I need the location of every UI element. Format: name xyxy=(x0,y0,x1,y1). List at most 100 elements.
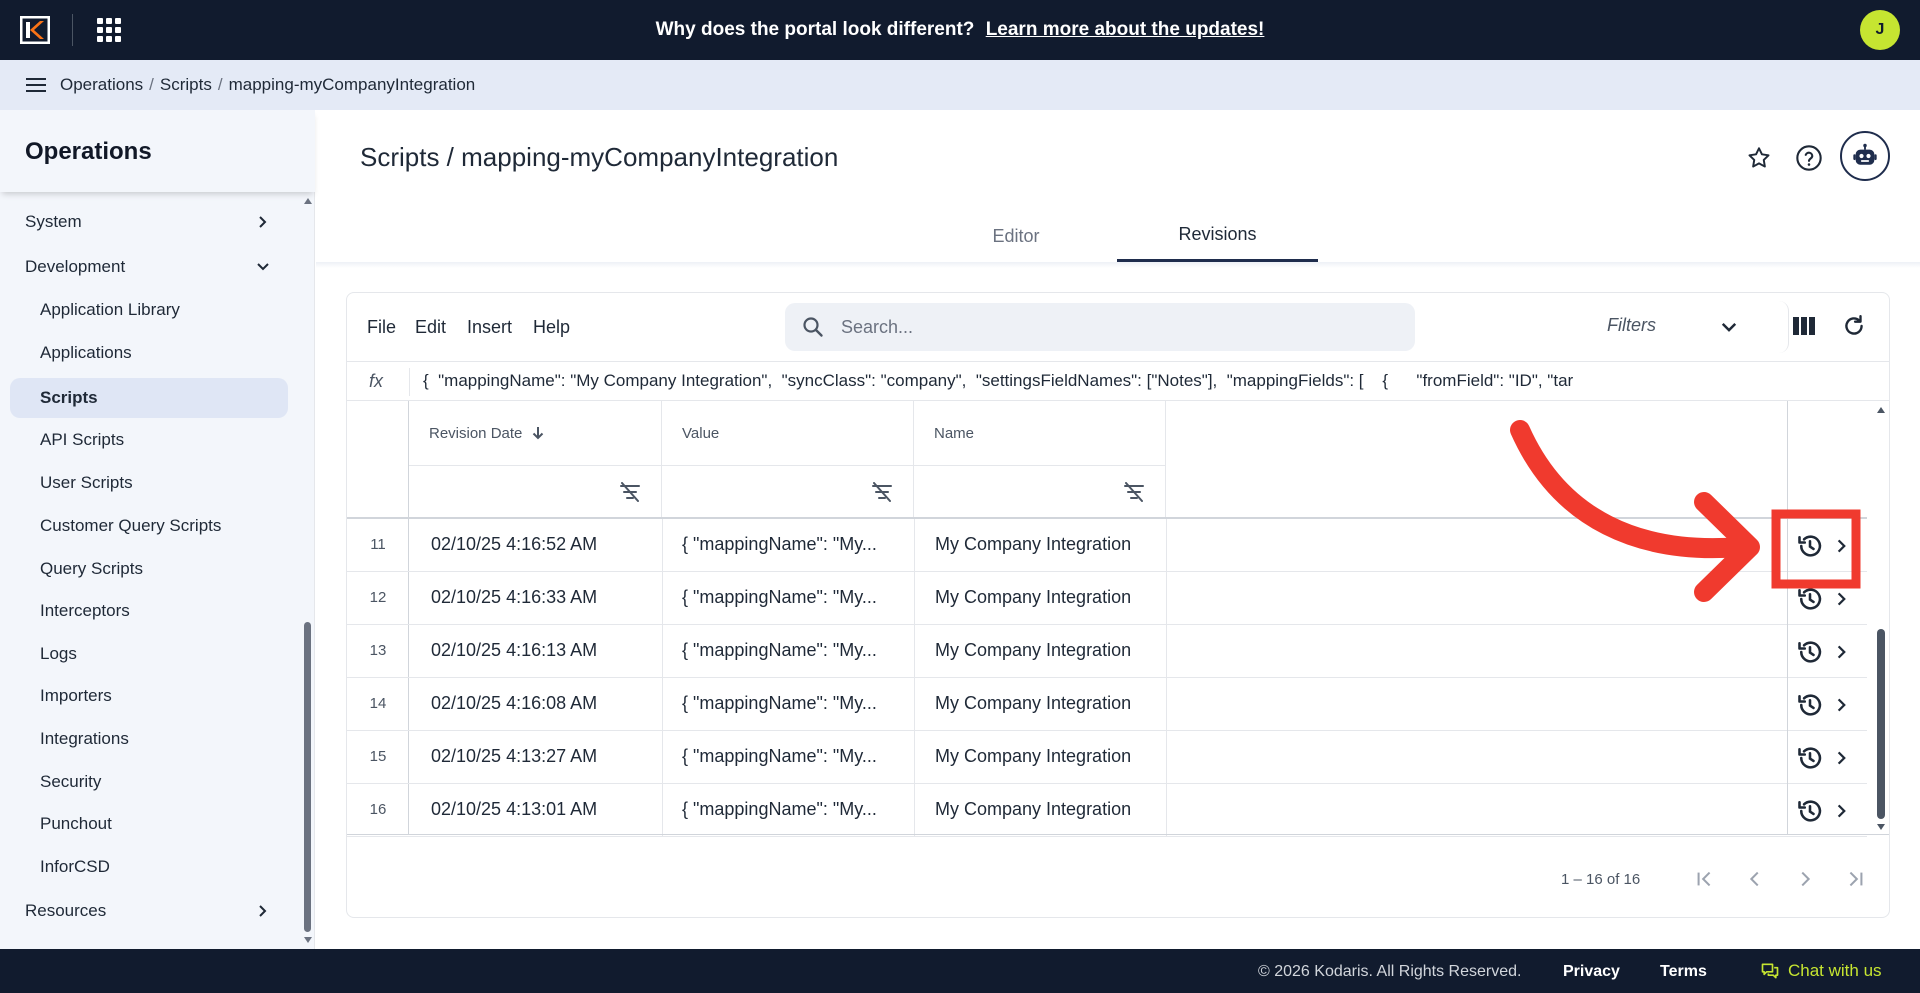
formula-value[interactable]: { "mappingName": "My Company Integration… xyxy=(423,371,1573,391)
value-cell[interactable]: { "mappingName": "My... xyxy=(682,534,904,555)
name-cell[interactable]: My Company Integration xyxy=(935,534,1131,555)
columns-icon[interactable] xyxy=(1791,313,1817,339)
formula-label: fx xyxy=(369,371,384,391)
revision-date-cell[interactable]: 02/10/25 4:16:08 AM xyxy=(431,693,597,714)
open-row-button[interactable] xyxy=(1827,690,1857,720)
sidebar-item-integrations[interactable]: Integrations xyxy=(10,719,288,759)
value-cell[interactable]: { "mappingName": "My... xyxy=(682,746,904,767)
table-row[interactable]: 13 02/10/25 4:16:13 AM { "mappingName": … xyxy=(347,625,1867,678)
tab-editor[interactable]: Editor xyxy=(916,210,1116,262)
next-page-button[interactable] xyxy=(1791,865,1819,893)
breadcrumb-scripts[interactable]: Scripts xyxy=(160,75,212,94)
previous-page-button[interactable] xyxy=(1741,865,1769,893)
sidebar-item-application-library[interactable]: Application Library xyxy=(10,290,288,330)
filters-dropdown[interactable]: Filters xyxy=(1607,315,1656,336)
filter-cell-revision-date[interactable] xyxy=(409,465,662,517)
clear-filter-icon[interactable] xyxy=(1123,482,1145,502)
table-row[interactable]: 16 02/10/25 4:13:01 AM { "mappingName": … xyxy=(347,784,1867,837)
grid-scrollbar[interactable] xyxy=(1875,401,1887,834)
filter-cell-name[interactable] xyxy=(914,465,1166,517)
refresh-icon[interactable] xyxy=(1841,313,1867,339)
clear-filter-icon[interactable] xyxy=(619,482,641,502)
star-icon[interactable] xyxy=(1744,143,1774,173)
value-cell[interactable]: { "mappingName": "My... xyxy=(682,799,904,820)
clear-filter-icon[interactable] xyxy=(871,482,893,502)
sidebar-item-query-scripts[interactable]: Query Scripts xyxy=(10,549,288,589)
revision-date-cell[interactable]: 02/10/25 4:16:52 AM xyxy=(431,534,597,555)
column-header-value[interactable]: Value xyxy=(662,401,914,465)
restore-revision-button[interactable] xyxy=(1795,743,1825,773)
column-header-label: Name xyxy=(934,424,975,442)
privacy-link[interactable]: Privacy xyxy=(1563,963,1620,981)
sidebar-item-inforcsd[interactable]: InforCSD xyxy=(10,847,288,887)
terms-link[interactable]: Terms xyxy=(1660,963,1707,981)
chat-button[interactable]: Chat with us xyxy=(1760,961,1882,981)
history-icon xyxy=(1798,641,1822,663)
open-row-button[interactable] xyxy=(1827,796,1857,826)
sidebar-item-label: User Scripts xyxy=(40,473,133,492)
filter-cell-value[interactable] xyxy=(662,465,914,517)
sidebar-item-resources[interactable]: Resources xyxy=(25,891,275,931)
name-cell[interactable]: My Company Integration xyxy=(935,746,1131,767)
sidebar-item-logs[interactable]: Logs xyxy=(10,634,288,674)
menu-edit[interactable]: Edit xyxy=(415,317,446,338)
restore-revision-button[interactable] xyxy=(1795,584,1825,614)
open-row-button[interactable] xyxy=(1827,637,1857,667)
revision-date-cell[interactable]: 02/10/25 4:13:01 AM xyxy=(431,799,597,820)
sidebar-item-importers[interactable]: Importers xyxy=(10,676,288,716)
table-row[interactable]: 11 02/10/25 4:16:52 AM { "mappingName": … xyxy=(347,519,1867,572)
sidebar-item-api-scripts[interactable]: API Scripts xyxy=(10,420,288,460)
sidebar-item-label: Logs xyxy=(40,644,77,663)
name-cell[interactable]: My Company Integration xyxy=(935,640,1131,661)
open-row-button[interactable] xyxy=(1827,743,1857,773)
tab-revisions[interactable]: Revisions xyxy=(1117,210,1318,262)
filters-divider xyxy=(1767,301,1789,353)
sidebar-item-scripts[interactable]: Scripts xyxy=(10,378,288,418)
sidebar-item-applications[interactable]: Applications xyxy=(10,333,288,373)
sidebar-header: Operations xyxy=(0,110,315,192)
revisions-table: Revision Date Value Name 11 02/10/25 4:1… xyxy=(347,401,1889,837)
name-cell[interactable]: My Company Integration xyxy=(935,799,1131,820)
help-icon[interactable] xyxy=(1794,143,1824,173)
last-page-button[interactable] xyxy=(1841,865,1869,893)
sidebar-scrollbar[interactable] xyxy=(301,192,313,949)
column-header-revision-date[interactable]: Revision Date xyxy=(409,401,662,465)
breadcrumb-operations[interactable]: Operations xyxy=(60,75,143,94)
restore-revision-button[interactable] xyxy=(1795,637,1825,667)
menu-icon[interactable] xyxy=(26,78,46,92)
row-number: 16 xyxy=(369,801,387,818)
sidebar-item-user-scripts[interactable]: User Scripts xyxy=(10,463,288,503)
menu-file[interactable]: File xyxy=(367,317,396,338)
formula-bar: fx { "mappingName": "My Company Integrat… xyxy=(347,361,1889,401)
sidebar-item-security[interactable]: Security xyxy=(10,762,288,802)
restore-revision-button[interactable] xyxy=(1795,796,1825,826)
user-avatar[interactable]: J xyxy=(1860,10,1900,50)
revision-date-cell[interactable]: 02/10/25 4:16:33 AM xyxy=(431,587,597,608)
table-row[interactable]: 14 02/10/25 4:16:08 AM { "mappingName": … xyxy=(347,678,1867,731)
value-cell[interactable]: { "mappingName": "My... xyxy=(682,587,904,608)
name-cell[interactable]: My Company Integration xyxy=(935,587,1131,608)
chevron-down-icon[interactable] xyxy=(1719,317,1739,337)
menu-insert[interactable]: Insert xyxy=(467,317,512,338)
revision-date-cell[interactable]: 02/10/25 4:16:13 AM xyxy=(431,640,597,661)
assistant-button[interactable] xyxy=(1840,131,1890,181)
open-row-button[interactable] xyxy=(1827,531,1857,561)
table-row[interactable]: 15 02/10/25 4:13:27 AM { "mappingName": … xyxy=(347,731,1867,784)
name-cell[interactable]: My Company Integration xyxy=(935,693,1131,714)
search-input[interactable]: Search... xyxy=(785,303,1415,351)
sidebar-item-label: Application Library xyxy=(40,300,180,319)
sidebar-item-interceptors[interactable]: Interceptors xyxy=(10,591,288,631)
sidebar-item-punchout[interactable]: Punchout xyxy=(10,804,288,844)
table-row[interactable]: 12 02/10/25 4:16:33 AM { "mappingName": … xyxy=(347,572,1867,625)
menu-help[interactable]: Help xyxy=(533,317,570,338)
open-row-button[interactable] xyxy=(1827,584,1857,614)
sidebar-item-customer-query-scripts[interactable]: Customer Query Scripts xyxy=(10,506,288,546)
value-cell[interactable]: { "mappingName": "My... xyxy=(682,693,904,714)
restore-revision-button[interactable] xyxy=(1795,531,1825,561)
restore-revision-button[interactable] xyxy=(1795,690,1825,720)
revision-date-cell[interactable]: 02/10/25 4:13:27 AM xyxy=(431,746,597,767)
first-page-button[interactable] xyxy=(1691,865,1719,893)
value-cell[interactable]: { "mappingName": "My... xyxy=(682,640,904,661)
announcement-link[interactable]: Learn more about the updates! xyxy=(986,19,1265,40)
column-header-name[interactable]: Name xyxy=(914,401,1166,465)
